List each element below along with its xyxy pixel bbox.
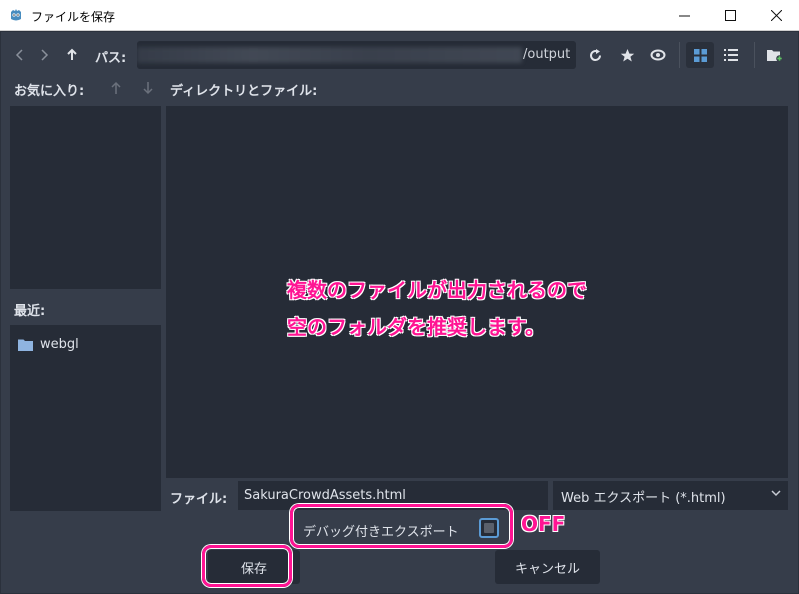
list-view-button[interactable] — [720, 42, 742, 68]
arrow-up-icon — [67, 48, 77, 60]
close-button[interactable] — [753, 0, 799, 31]
back-button[interactable] — [9, 42, 31, 68]
directories-files-label: ディレクトリとファイル: — [170, 84, 318, 99]
toolbar-separator — [679, 42, 680, 68]
eye-icon — [650, 49, 666, 61]
cancel-button-label: キャンセル — [514, 561, 580, 577]
arrow-down-icon — [143, 82, 153, 95]
godot-icon — [11, 9, 21, 21]
favorite-move-up-button[interactable] — [105, 75, 127, 101]
recent-list[interactable]: webgl — [10, 325, 161, 511]
parent-directory-button[interactable] — [61, 42, 83, 68]
new-folder-button[interactable] — [764, 42, 786, 68]
path-blurred-segment — [137, 47, 522, 63]
recent-item-label: webgl — [40, 337, 79, 352]
file-filter-select[interactable]: Web エクスポート (*.html) — [553, 481, 788, 510]
maximize-icon — [724, 10, 736, 21]
chevron-right-icon — [41, 49, 49, 61]
annotation-text-line1: 複数のファイルが出力されるので — [287, 278, 587, 302]
refresh-icon — [589, 48, 601, 61]
arrow-up-icon — [111, 81, 121, 94]
favorite-move-down-button[interactable] — [137, 75, 159, 101]
favorites-label: お気に入り: — [14, 84, 85, 99]
folder-icon — [18, 339, 33, 351]
new-folder-icon — [767, 49, 783, 62]
grid-view-icon — [693, 48, 707, 62]
window-title: ファイルを保存 — [31, 10, 116, 24]
refresh-button[interactable] — [584, 42, 606, 68]
list-item[interactable]: webgl — [18, 337, 79, 352]
favorite-button[interactable] — [616, 42, 638, 68]
toggle-hidden-files-button[interactable] — [647, 42, 669, 68]
minimize-icon — [678, 15, 690, 17]
maximize-button[interactable] — [707, 0, 753, 31]
title-bar: ファイルを保存 — [0, 0, 799, 31]
annotation-text-line2: 空のフォルダを推奨します。 — [287, 315, 545, 339]
recent-label: 最近: — [14, 304, 46, 319]
save-highlight-box — [202, 545, 292, 587]
file-filter-value: Web エクスポート (*.html) — [561, 491, 726, 506]
chevron-down-icon — [771, 490, 781, 497]
debug-export-checkbox[interactable] — [479, 518, 499, 538]
favorites-list[interactable] — [10, 106, 161, 289]
file-label: ファイル: — [170, 492, 228, 507]
star-icon — [620, 48, 634, 61]
grid-view-button[interactable] — [686, 42, 714, 68]
forward-button[interactable] — [33, 42, 55, 68]
close-icon — [770, 10, 782, 21]
chevron-left-icon — [15, 49, 23, 61]
cancel-button[interactable]: キャンセル — [495, 550, 600, 584]
debug-export-label: デバッグ付きエクスポート — [303, 525, 459, 540]
annotation-off-text: OFF — [521, 512, 566, 536]
path-value: /output — [523, 47, 571, 62]
path-label: パス: — [95, 51, 127, 66]
minimize-button[interactable] — [661, 0, 707, 31]
path-input[interactable]: /output — [137, 41, 576, 69]
toolbar-separator — [754, 42, 755, 68]
list-view-icon — [724, 49, 738, 61]
